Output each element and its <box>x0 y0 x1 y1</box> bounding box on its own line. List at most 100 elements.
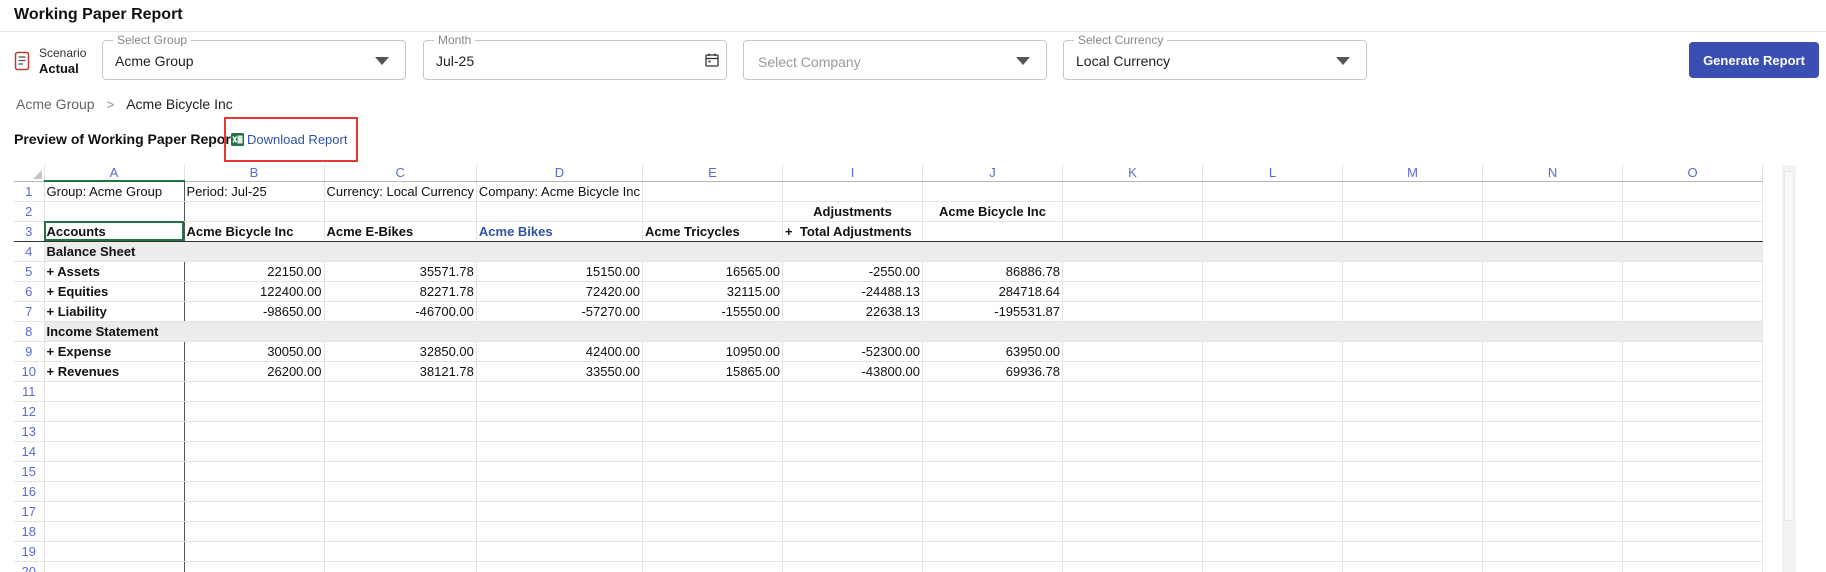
cell[interactable] <box>1482 201 1624 222</box>
cell[interactable] <box>476 241 644 262</box>
cell[interactable] <box>476 461 644 482</box>
column-header[interactable]: L <box>1202 165 1344 182</box>
cell[interactable] <box>1622 521 1764 542</box>
cell[interactable] <box>1482 221 1624 242</box>
cell[interactable] <box>1202 241 1344 262</box>
row-number[interactable]: 11 <box>14 381 45 402</box>
column-header[interactable]: O <box>1622 165 1764 182</box>
column-header[interactable]: I <box>782 165 924 182</box>
cell[interactable] <box>1202 401 1344 422</box>
cell[interactable] <box>1062 241 1204 262</box>
cell[interactable] <box>1062 221 1204 242</box>
cell[interactable] <box>1202 381 1344 402</box>
calendar-icon[interactable] <box>704 52 720 68</box>
cell[interactable]: -52300.00 <box>782 341 924 362</box>
cell[interactable] <box>782 521 924 542</box>
cell[interactable] <box>476 381 644 402</box>
cell[interactable] <box>642 481 784 502</box>
cell[interactable]: Group: Acme Group <box>44 181 185 202</box>
cell[interactable] <box>44 201 185 222</box>
cell[interactable] <box>1482 381 1624 402</box>
cell[interactable] <box>1062 521 1204 542</box>
cell[interactable]: 122400.00 <box>184 281 325 302</box>
cell[interactable] <box>1622 421 1764 442</box>
cell[interactable] <box>922 501 1064 522</box>
cell[interactable]: Period: Jul-25 <box>184 181 325 202</box>
cell[interactable] <box>184 521 325 542</box>
cell[interactable]: 10950.00 <box>642 341 784 362</box>
cell[interactable] <box>184 561 325 572</box>
cell[interactable] <box>184 441 325 462</box>
row-number[interactable]: 10 <box>14 361 45 382</box>
breadcrumb-group[interactable]: Acme Group <box>16 96 95 112</box>
cell[interactable] <box>476 321 644 342</box>
cell[interactable] <box>642 521 784 542</box>
cell[interactable] <box>1202 261 1344 282</box>
cell[interactable] <box>1482 321 1624 342</box>
cell[interactable] <box>1342 321 1484 342</box>
cell[interactable]: -43800.00 <box>782 361 924 382</box>
cell[interactable] <box>782 481 924 502</box>
cell[interactable] <box>1342 221 1484 242</box>
cell[interactable]: + Expense <box>44 341 185 362</box>
cell[interactable] <box>1062 201 1204 222</box>
cell[interactable] <box>1482 361 1624 382</box>
cell[interactable]: 35571.78 <box>324 261 477 282</box>
column-header[interactable]: C <box>324 165 477 182</box>
cell[interactable] <box>1622 401 1764 422</box>
cell[interactable] <box>1482 341 1624 362</box>
cell[interactable] <box>1202 321 1344 342</box>
cell[interactable]: 86886.78 <box>922 261 1064 282</box>
column-header[interactable]: M <box>1342 165 1484 182</box>
cell[interactable] <box>184 381 325 402</box>
cell[interactable] <box>1342 421 1484 442</box>
cell[interactable] <box>1202 541 1344 562</box>
vertical-scrollbar[interactable] <box>1782 165 1796 572</box>
cell[interactable] <box>1622 261 1764 282</box>
cell[interactable] <box>1622 301 1764 322</box>
cell[interactable] <box>1062 281 1204 302</box>
row-number[interactable]: 20 <box>14 561 45 572</box>
cell[interactable] <box>1482 521 1624 542</box>
row-number[interactable]: 13 <box>14 421 45 442</box>
cell[interactable]: 16565.00 <box>642 261 784 282</box>
cell[interactable] <box>1202 201 1344 222</box>
cell[interactable] <box>1342 461 1484 482</box>
select-currency-dropdown[interactable]: Select Currency Local Currency <box>1063 33 1367 80</box>
cell[interactable] <box>44 461 185 482</box>
column-header[interactable]: B <box>184 165 325 182</box>
cell[interactable] <box>324 241 477 262</box>
cell[interactable] <box>922 461 1064 482</box>
cell[interactable] <box>476 421 644 442</box>
cell[interactable] <box>1062 501 1204 522</box>
row-number[interactable]: 8 <box>14 321 45 342</box>
select-group-dropdown[interactable]: Select Group Acme Group <box>102 33 406 80</box>
cell[interactable] <box>1202 301 1344 322</box>
cell[interactable] <box>324 461 477 482</box>
row-number[interactable]: 3 <box>14 221 45 242</box>
cell[interactable] <box>1482 541 1624 562</box>
cell[interactable] <box>1622 341 1764 362</box>
cell[interactable] <box>782 561 924 572</box>
cell[interactable] <box>1482 181 1624 202</box>
cell[interactable] <box>1062 401 1204 422</box>
cell[interactable] <box>1622 321 1764 342</box>
cell[interactable]: 22638.13 <box>782 301 924 322</box>
cell[interactable] <box>44 421 185 442</box>
cell[interactable] <box>476 501 644 522</box>
cell[interactable] <box>324 521 477 542</box>
cell[interactable] <box>1202 341 1344 362</box>
cell[interactable] <box>1342 541 1484 562</box>
cell[interactable] <box>184 201 325 222</box>
cell[interactable] <box>642 461 784 482</box>
cell[interactable] <box>324 441 477 462</box>
cell[interactable]: + Liability <box>44 301 185 322</box>
cell[interactable] <box>184 321 325 342</box>
cell[interactable]: Income Statement <box>44 321 185 342</box>
row-number[interactable]: 5 <box>14 261 45 282</box>
column-header[interactable]: J <box>922 165 1064 182</box>
cell[interactable]: 15150.00 <box>476 261 644 282</box>
cell[interactable] <box>1342 281 1484 302</box>
cell[interactable] <box>1622 561 1764 572</box>
cell[interactable] <box>922 561 1064 572</box>
